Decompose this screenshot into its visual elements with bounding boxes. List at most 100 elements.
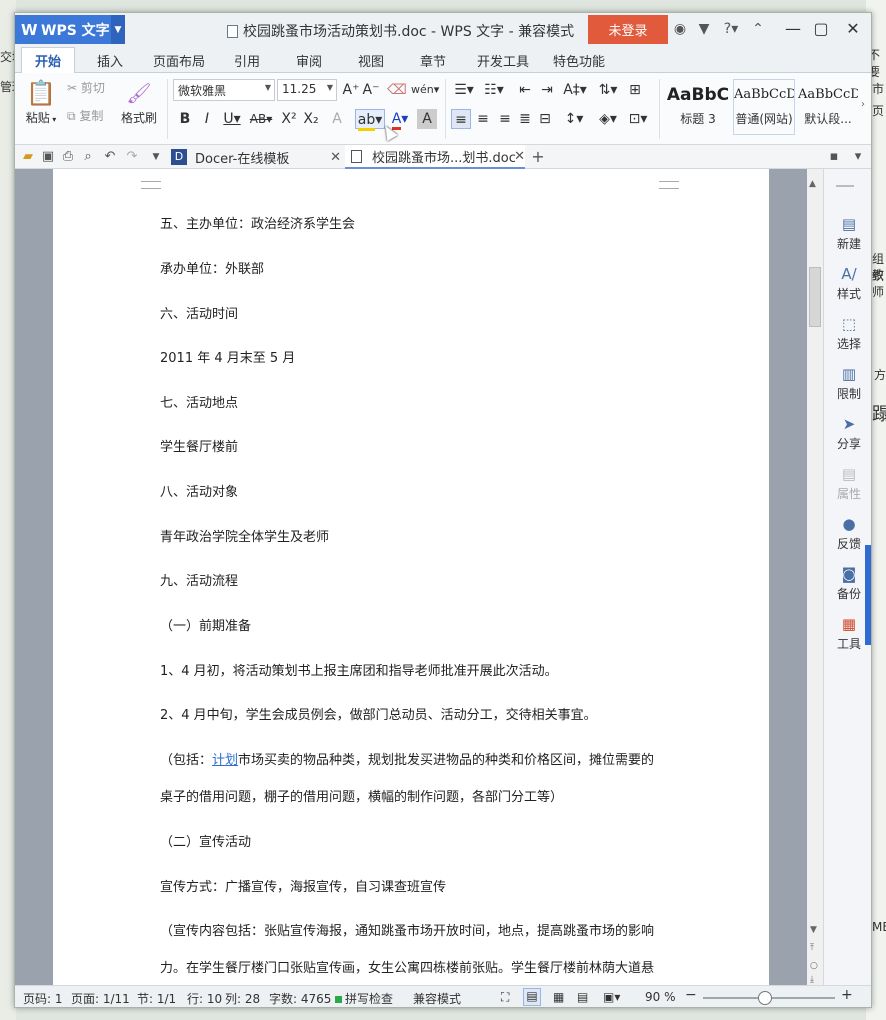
doc-tab-current[interactable]: 校园跳蚤市场...划书.doc ✕ <box>345 145 525 169</box>
bold-icon[interactable]: B <box>175 109 195 129</box>
status-pages[interactable]: 页面: 1/11 <box>71 990 130 1007</box>
close-tab-icon[interactable]: ✕ <box>330 150 341 165</box>
prev-page-icon[interactable]: ⤒ <box>810 943 814 953</box>
tab-list-icon[interactable]: ▪ <box>825 148 843 166</box>
app-menu-dropdown-icon[interactable]: ▼ <box>111 15 125 44</box>
copy-button[interactable]: ⧉ 复制 <box>67 107 103 124</box>
paragraph[interactable]: （包括：计划市场买卖的物品种类，规划批发买进物品的种类和价格区间，摊位需要的 <box>160 749 654 768</box>
highlight-icon[interactable]: ab▾ <box>355 109 385 131</box>
pane-select[interactable]: ⬚ 选择 <box>824 313 871 357</box>
quick-access-dropdown-icon[interactable]: ▼ <box>147 148 165 166</box>
print-preview-icon[interactable]: ⌕ <box>79 148 97 166</box>
doc-tab-docer[interactable]: D Docer-在线模板 ✕ <box>167 145 343 169</box>
app-menu-button[interactable]: W WPS 文字 ▼ <box>15 15 125 44</box>
paragraph[interactable]: 五、主办单位：政治经济系学生会 <box>160 213 355 232</box>
open-folder-icon[interactable]: ▰ <box>19 148 37 166</box>
tab-chapter[interactable]: 章节 <box>409 47 457 73</box>
document-page[interactable]: 五、主办单位：政治经济系学生会 承办单位：外联部 六、活动时间 2011 年 4… <box>53 169 769 985</box>
pinyin-icon[interactable]: wén▾ <box>411 80 439 100</box>
grow-font-icon[interactable]: A⁺ <box>341 80 361 100</box>
collapse-ribbon-icon[interactable]: ⌃ <box>749 20 767 38</box>
tab-developer[interactable]: 开发工具 <box>471 47 535 73</box>
chinese-layout-icon[interactable]: A‡▾ <box>561 80 589 100</box>
style-default-paragraph[interactable]: AaBbCcDd 默认段... <box>797 79 859 135</box>
style-heading3[interactable]: AaBbC 标题 3 <box>665 79 731 135</box>
align-right-icon[interactable]: ≡ <box>495 109 515 129</box>
char-shading-icon[interactable]: A <box>417 109 437 129</box>
pane-expand-handle[interactable] <box>865 545 871 645</box>
font-size-select[interactable]: 11.25 ▼ <box>277 79 337 101</box>
tab-review[interactable]: 审阅 <box>285 47 333 73</box>
paragraph[interactable]: 宣传方式：广播宣传，海报宣传，自习课查班宣传 <box>160 876 446 895</box>
underline-icon[interactable]: U▾ <box>219 109 245 129</box>
format-painter-button[interactable]: 🖌 格式刷 <box>119 77 159 126</box>
scroll-up-icon[interactable]: ▲ <box>809 179 816 189</box>
paragraph[interactable]: 八、活动对象 <box>160 481 238 500</box>
shading-icon[interactable]: ◈▾ <box>595 109 621 129</box>
web-view-icon[interactable]: ▤ <box>577 990 588 1004</box>
zoom-slider-knob[interactable] <box>757 991 772 1005</box>
align-center-icon[interactable]: ≡ <box>473 109 493 129</box>
table-border-icon[interactable]: ⊞ <box>625 80 645 100</box>
font-name-select[interactable]: 微软雅黑 ▼ <box>173 79 275 101</box>
tab-menu-icon[interactable]: ▾ <box>849 148 867 166</box>
new-tab-icon[interactable]: + <box>529 148 547 166</box>
align-left-icon[interactable]: ≡ <box>451 109 471 129</box>
skin-icon[interactable]: ◉ <box>671 20 689 38</box>
italic-icon[interactable]: I <box>197 109 217 129</box>
pane-new[interactable]: ▤ 新建 <box>824 213 871 257</box>
paragraph[interactable]: 六、活动时间 <box>160 303 238 322</box>
scroll-down-icon[interactable]: ▼ <box>810 925 817 935</box>
cut-button[interactable]: ✂ 剪切 <box>67 79 105 96</box>
superscript-icon[interactable]: X² <box>279 109 299 129</box>
paragraph[interactable]: 2011 年 4 月末至 5 月 <box>160 347 295 366</box>
justify-icon[interactable]: ≣ <box>515 109 535 129</box>
zoom-level[interactable]: 90 % <box>645 990 676 1004</box>
tab-insert[interactable]: 插入 <box>85 47 135 73</box>
next-page-icon[interactable]: ⤓ <box>810 975 814 985</box>
clear-format-icon[interactable]: ⌫ <box>387 80 407 100</box>
outline-view-icon[interactable]: ▦ <box>553 990 564 1004</box>
paragraph[interactable]: 承办单位：外联部 <box>160 258 264 277</box>
shrink-font-icon[interactable]: A⁻ <box>361 80 381 100</box>
sort-icon[interactable]: ⇅▾ <box>595 80 621 100</box>
help-icon[interactable]: ?▾ <box>719 20 743 38</box>
paragraph[interactable]: 力。在学生餐厅楼门口张贴宣传画，女生公寓四栋楼前张贴。学生餐厅楼前林荫大道悬 <box>160 957 654 976</box>
hyperlink[interactable]: 计划 <box>212 753 238 768</box>
borders-icon[interactable]: ⊡▾ <box>625 109 651 129</box>
close-tab-icon[interactable]: ✕ <box>514 149 525 164</box>
paragraph[interactable]: 学生餐厅楼前 <box>160 436 238 455</box>
print-icon[interactable]: ⎙ <box>59 148 77 166</box>
numbered-list-icon[interactable]: ☷▾ <box>481 80 507 100</box>
tab-references[interactable]: 引用 <box>223 47 271 73</box>
login-button[interactable]: 未登录 <box>588 15 668 44</box>
zoom-out-icon[interactable]: − <box>685 987 697 1003</box>
paste-button[interactable]: 📋 粘贴 ▾ <box>23 77 59 126</box>
line-spacing-icon[interactable]: ↕▾ <box>561 109 587 129</box>
style-normal-web[interactable]: AaBbCcD 普通(网站) <box>733 79 795 135</box>
paragraph[interactable]: 九、活动流程 <box>160 570 238 589</box>
select-browse-icon[interactable]: ○ <box>810 961 818 971</box>
paragraph[interactable]: 七、活动地点 <box>160 392 238 411</box>
paragraph[interactable]: 青年政治学院全体学生及老师 <box>160 526 329 545</box>
paragraph[interactable]: （二）宣传活动 <box>160 831 251 850</box>
decrease-indent-icon[interactable]: ⇤ <box>515 80 535 100</box>
close-icon[interactable]: ✕ <box>839 17 867 41</box>
paragraph[interactable]: 2、4 月中旬，学生会成员例会，做部门总动员、活动分工，交待相关事宜。 <box>160 704 597 723</box>
fullscreen-view-icon[interactable]: ⛶ <box>501 990 509 1005</box>
distribute-icon[interactable]: ⊟ <box>535 109 555 129</box>
page-view-icon[interactable]: ▤ <box>523 988 541 1006</box>
tab-home[interactable]: 开始 <box>21 47 75 73</box>
bullet-list-icon[interactable]: ☰▾ <box>451 80 477 100</box>
reading-view-icon[interactable]: ▣▾ <box>603 990 620 1004</box>
zoom-in-icon[interactable]: + <box>841 987 853 1003</box>
scroll-thumb[interactable] <box>809 267 821 327</box>
tab-page-layout[interactable]: 页面布局 <box>147 47 211 73</box>
pane-properties[interactable]: ▤ 属性 <box>824 463 871 507</box>
paragraph[interactable]: （一）前期准备 <box>160 615 251 634</box>
status-word-count[interactable]: 字数: 4765 <box>269 990 331 1007</box>
spell-check-toggle[interactable]: 拼写检查 <box>335 990 393 1007</box>
pane-share[interactable]: ➤ 分享 <box>824 413 871 457</box>
pane-restrict[interactable]: ▥ 限制 <box>824 363 871 407</box>
vertical-scrollbar[interactable]: ▲ ▼ ⤒ ○ ⤓ <box>807 169 823 985</box>
